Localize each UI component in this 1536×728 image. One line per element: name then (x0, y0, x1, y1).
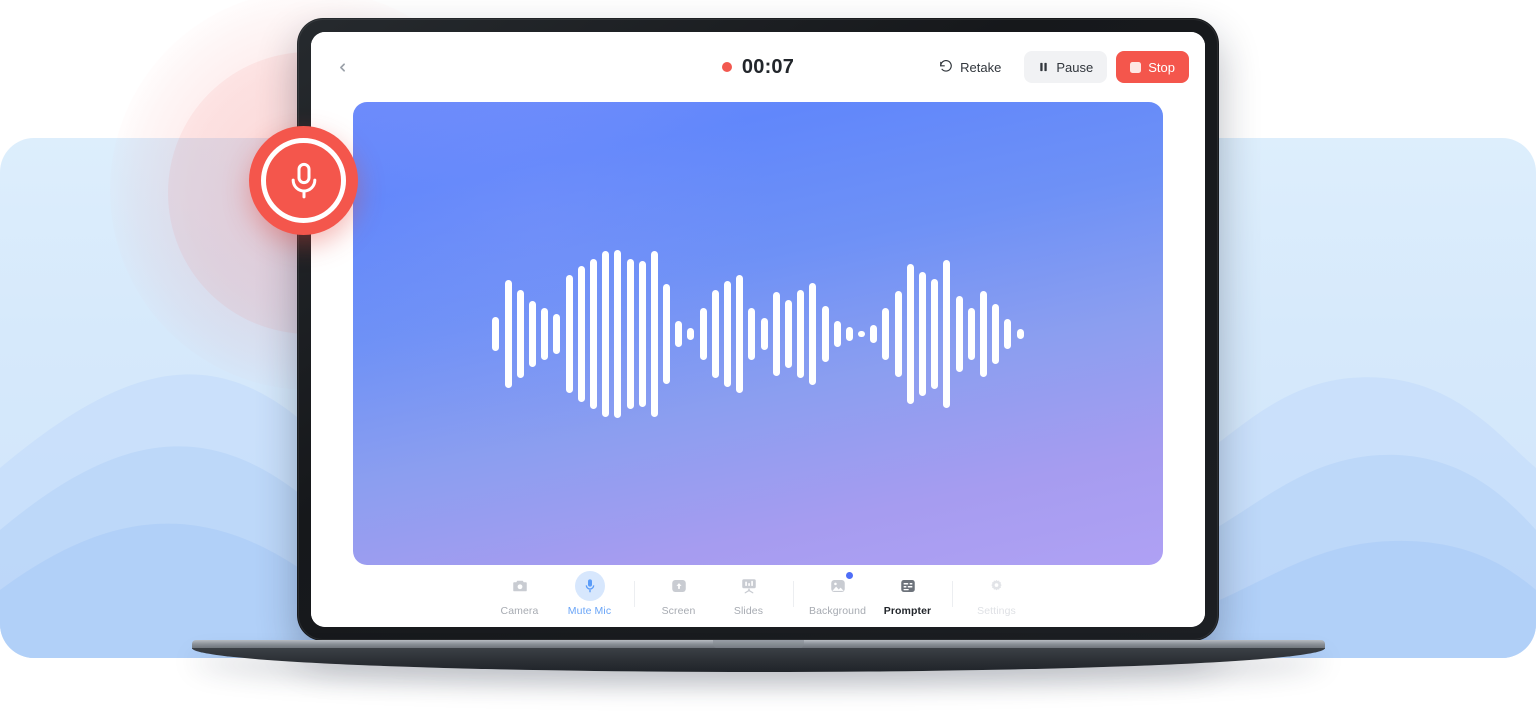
laptop-base-body (192, 648, 1325, 672)
waveform-bar (845, 326, 853, 341)
waveform-bar (967, 307, 975, 360)
toolbar-item-label: Prompter (883, 605, 932, 617)
bottom-toolbar: Camera Mute Mic Screen Slides Background Prom… (311, 565, 1205, 627)
audio-waveform (353, 102, 1163, 565)
prompter-icon (893, 571, 923, 601)
toolbar-item-prompter[interactable]: Prompter (873, 571, 943, 617)
waveform-bar (894, 290, 902, 377)
waveform-bar (626, 258, 634, 409)
toolbar-item-slides[interactable]: Slides (714, 571, 784, 617)
waveform-bar (736, 274, 744, 393)
toolbar-item-background[interactable]: Background (803, 570, 873, 617)
toolbar-item-label: Mute Mic (567, 605, 612, 617)
stop-square-icon (1130, 61, 1142, 73)
waveform-bar (699, 307, 707, 360)
waveform-bar (589, 258, 597, 409)
laptop-screen: 00:07 Retake Pause Stop Camera Mute Mic … (311, 32, 1205, 627)
image-icon (823, 570, 855, 601)
waveform-bar (797, 289, 805, 378)
microphone-icon (574, 571, 605, 601)
waveform-bar (663, 283, 671, 384)
waveform-bar (760, 317, 768, 350)
waveform-bar (541, 307, 549, 360)
toolbar-divider (633, 581, 635, 607)
waveform-bar (638, 260, 646, 407)
waveform-bar (943, 259, 951, 408)
slides-icon (734, 571, 764, 601)
stop-button[interactable]: Stop (1116, 51, 1189, 83)
waveform-bar (650, 250, 658, 417)
waveform-bar (821, 305, 829, 362)
screenshot-root: 00:07 Retake Pause Stop Camera Mute Mic … (0, 0, 1536, 728)
record-dot-icon (721, 62, 732, 72)
toolbar-item-label: Camera (500, 605, 539, 617)
microphone-icon (291, 162, 316, 198)
waveform-bar (919, 271, 927, 396)
retake-label: Retake (960, 59, 1002, 75)
waveform-bar (577, 265, 585, 402)
waveform-bar (955, 295, 963, 372)
waveform-bar (724, 280, 732, 387)
toolbar-item-label: Background (808, 605, 867, 617)
toolbar-item-label: Settings (977, 605, 1016, 617)
waveform-bar (602, 250, 610, 417)
toolbar-divider (792, 581, 794, 607)
stop-label: Stop (1148, 59, 1175, 75)
app-topbar: 00:07 Retake Pause Stop (311, 32, 1205, 102)
retake-button[interactable]: Retake (925, 51, 1015, 83)
waveform-bar (687, 327, 695, 340)
waveform-bar (1016, 328, 1024, 339)
toolbar-item-label: Screen (661, 605, 696, 617)
waveform-bar (772, 291, 780, 376)
recording-canvas (353, 102, 1163, 565)
screen-share-icon (664, 571, 694, 601)
waveform-bar (882, 307, 890, 360)
waveform-bar (492, 316, 500, 351)
laptop-base (192, 640, 1325, 672)
toolbar-item-mute-mic[interactable]: Mute Mic (555, 571, 625, 617)
top-action-group: Retake Pause Stop (925, 51, 1189, 83)
waveform-bar (565, 274, 573, 393)
notification-badge-dot (843, 570, 855, 581)
waveform-bar (748, 307, 756, 360)
waveform-bar (833, 320, 841, 347)
back-button[interactable] (327, 52, 357, 82)
recorder-app: 00:07 Retake Pause Stop Camera Mute Mic … (311, 32, 1205, 627)
waveform-bar (516, 289, 524, 378)
toolbar-divider (951, 581, 953, 607)
waveform-bar (504, 279, 512, 388)
toolbar-item-camera[interactable]: Camera (485, 571, 555, 617)
camera-icon (505, 571, 535, 601)
laptop-mockup: 00:07 Retake Pause Stop Camera Mute Mic … (192, 18, 1325, 672)
mic-record-button[interactable] (249, 126, 358, 235)
toolbar-item-settings: Settings (962, 571, 1032, 617)
gear-icon (982, 571, 1012, 601)
waveform-bar (711, 289, 719, 378)
toolbar-item-screen[interactable]: Screen (644, 571, 714, 617)
toolbar-item-label: Slides (733, 605, 764, 617)
chevron-left-icon (339, 62, 345, 72)
canvas-area (311, 102, 1205, 565)
pause-label: Pause (1056, 59, 1094, 75)
mic-ring (261, 138, 346, 223)
waveform-bar (992, 303, 1000, 364)
pause-icon (1040, 62, 1048, 72)
elapsed-time: 00:07 (741, 55, 795, 78)
waveform-bar (979, 290, 987, 377)
waveform-bar (931, 278, 939, 389)
pause-button[interactable]: Pause (1024, 51, 1108, 83)
rotate-ccw-icon (940, 60, 952, 72)
waveform-bar (784, 299, 792, 368)
waveform-bar (809, 282, 817, 385)
waveform-bar (870, 324, 878, 343)
waveform-bar (906, 263, 914, 404)
waveform-bar (553, 313, 561, 354)
waveform-bar (1004, 318, 1012, 349)
waveform-bar (675, 320, 683, 347)
waveform-bar (858, 330, 866, 337)
waveform-bar (614, 249, 622, 418)
waveform-bar (529, 300, 537, 367)
